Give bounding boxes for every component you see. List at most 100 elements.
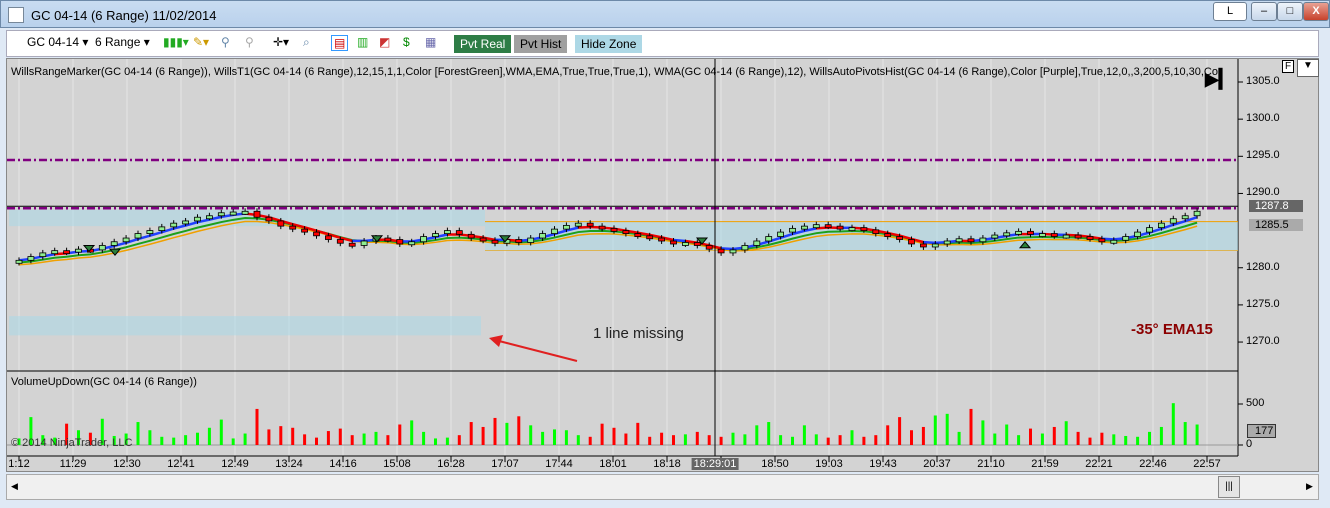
time-label: 14:16: [329, 458, 357, 470]
zoom-in-icon[interactable]: ⚲: [221, 35, 230, 49]
indicator-icon[interactable]: ◩: [379, 35, 390, 49]
last-price-marker: 1287.8: [1249, 200, 1303, 212]
hide-zone-button[interactable]: Hide Zone: [575, 35, 643, 53]
scroll-thumb[interactable]: |||: [1218, 476, 1240, 498]
volume-bar: [255, 408, 259, 445]
volume-bar: [1088, 437, 1092, 445]
candle: [515, 239, 523, 243]
volume-bar: [362, 433, 366, 445]
candle: [241, 210, 249, 215]
volume-bar: [291, 427, 295, 445]
crosshair-icon[interactable]: ✛▾: [273, 35, 289, 49]
time-label: 17:07: [491, 458, 519, 470]
candle: [622, 230, 630, 235]
volume-bar: [826, 437, 830, 445]
volume-bar: [910, 430, 913, 445]
volume-bar: [874, 435, 878, 445]
volume-bar: [838, 435, 842, 445]
wma-segment: [923, 240, 936, 245]
instrument-dropdown[interactable]: GC 04-14 ▾: [27, 35, 88, 49]
candle: [991, 234, 999, 239]
volume-bar: [243, 433, 247, 445]
candle: [860, 227, 868, 232]
dollar-icon[interactable]: $: [403, 35, 410, 49]
volume-bar: [1195, 424, 1199, 445]
candle: [1074, 234, 1082, 239]
volume-bar: [1040, 433, 1044, 445]
candle: [741, 245, 749, 251]
candle: [1039, 233, 1046, 237]
candle: [420, 236, 428, 243]
link-button[interactable]: L: [1213, 2, 1247, 21]
pencil-icon[interactable]: ✎▾: [193, 35, 209, 49]
candle: [765, 236, 773, 242]
time-label: 21:10: [977, 458, 1005, 470]
chart-canvas[interactable]: [7, 59, 1320, 473]
price-tick-label: 1290.0: [1246, 186, 1280, 199]
horizontal-scrollbar[interactable]: ◀ ||| ▶: [6, 474, 1319, 500]
f-button[interactable]: F: [1282, 60, 1295, 73]
chart-area[interactable]: WillsRangeMarker(GC 04-14 (6 Range)), Wi…: [6, 58, 1319, 472]
scroll-left-icon[interactable]: ◀: [11, 481, 18, 492]
volume-bar: [517, 416, 521, 445]
maximize-button[interactable]: □: [1277, 2, 1303, 21]
play-end-icon[interactable]: ▶▎: [1205, 69, 1233, 90]
time-label: 15:08: [383, 458, 411, 470]
candle: [384, 237, 392, 242]
properties-icon[interactable]: ▦: [425, 35, 436, 49]
candlestick-icon[interactable]: ▮▮▮▾: [163, 35, 189, 49]
time-label: 20:37: [923, 458, 951, 470]
pvt-hist-button[interactable]: Pvt Hist: [514, 35, 568, 53]
volume-bar: [707, 435, 711, 445]
copyright: © 2014 NinjaTrader, LLC: [11, 437, 133, 449]
candle: [551, 228, 558, 234]
scroll-right-icon[interactable]: ▶: [1306, 481, 1313, 492]
candle: [15, 259, 23, 264]
candle: [729, 249, 737, 254]
candle: [682, 242, 689, 246]
pvt-real-button[interactable]: Pvt Real: [454, 35, 512, 53]
price-tick-label: 1300.0: [1246, 112, 1280, 125]
close-button[interactable]: X: [1303, 2, 1329, 21]
volume-bar: [993, 433, 997, 445]
time-label: 12:30: [113, 458, 141, 470]
volume-bar: [529, 425, 533, 445]
volume-bar: [719, 436, 723, 445]
candle: [896, 236, 903, 240]
volume-bar: [600, 423, 604, 445]
minimize-button[interactable]: –: [1251, 2, 1277, 21]
volume-bar: [326, 431, 330, 445]
candle: [396, 239, 404, 245]
volume-bar: [933, 415, 937, 445]
volume-bar: [564, 430, 568, 445]
volume-bar: [398, 424, 402, 445]
candle: [1169, 218, 1177, 224]
candle: [217, 212, 225, 217]
pivot-price-marker: 1285.5: [1249, 219, 1303, 231]
volume-bar: [743, 434, 747, 445]
volume-bar: [755, 425, 759, 445]
chart-trader-icon[interactable]: ▤: [331, 35, 349, 51]
support-zone: [9, 316, 481, 336]
chevron-down-icon[interactable]: ▼: [1297, 59, 1319, 77]
indicator-label: WillsRangeMarker(GC 04-14 (6 Range)), Wi…: [11, 66, 1218, 78]
volume-bar: [469, 422, 473, 445]
volume-bar: [648, 436, 652, 445]
volume-bar: [1017, 435, 1021, 445]
candle: [443, 230, 451, 235]
period-dropdown[interactable]: 6 Range ▾: [95, 35, 150, 49]
candle: [1181, 215, 1189, 220]
volume-bar: [1124, 435, 1128, 445]
bars-icon[interactable]: ▥: [357, 35, 368, 49]
zoom-out-icon[interactable]: ⚲: [245, 35, 254, 49]
volume-bar: [279, 426, 283, 445]
candle: [51, 250, 59, 255]
candle: [610, 227, 618, 232]
search-icon[interactable]: ⌕: [303, 35, 310, 50]
volume-bar: [660, 432, 664, 445]
candle: [967, 238, 975, 243]
candle: [563, 224, 570, 230]
time-label: 19:43: [869, 458, 897, 470]
volume-bar: [1064, 421, 1068, 445]
candle: [182, 220, 190, 225]
